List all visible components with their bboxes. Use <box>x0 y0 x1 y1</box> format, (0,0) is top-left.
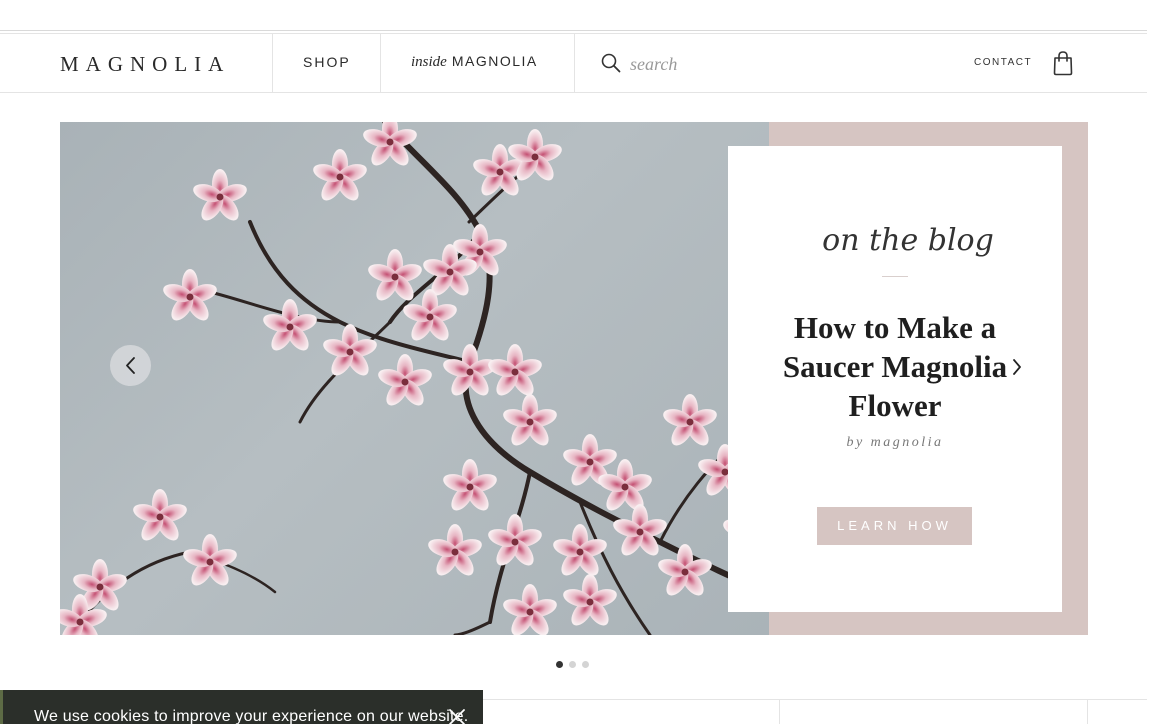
nav-divider <box>574 34 575 92</box>
nav-inside-prefix: inside <box>411 54 447 70</box>
close-icon[interactable] <box>446 706 468 724</box>
nav-inside-brand: MAGNOLIA <box>451 53 538 69</box>
search-input[interactable] <box>630 52 790 76</box>
section-divider <box>779 699 780 724</box>
carousel-prev-button[interactable] <box>110 345 151 386</box>
chevron-left-icon <box>126 357 135 374</box>
contact-link[interactable]: CONTACT <box>974 57 1032 68</box>
cookie-banner-text: We use cookies to improve your experienc… <box>34 708 469 724</box>
chevron-right-icon <box>1013 359 1021 375</box>
on-the-blog-script: on the blog <box>822 223 994 258</box>
hero-byline: by magnolia <box>846 435 944 450</box>
hero-carousel: on the blog How to Make a Saucer Magnoli… <box>60 122 1088 635</box>
carousel-next-button[interactable] <box>1000 350 1034 384</box>
nav-shop-link[interactable]: SHOP <box>303 54 351 70</box>
svg-text:on the blog: on the blog <box>822 223 994 258</box>
carousel-dot-3[interactable] <box>582 661 589 668</box>
nav-divider <box>272 34 273 92</box>
shopping-bag-icon[interactable] <box>1052 50 1074 76</box>
nav-inside-magnolia-link[interactable]: inside MAGNOLIA <box>411 53 538 71</box>
carousel-pagination <box>556 661 596 669</box>
cookie-banner: We use cookies to improve your experienc… <box>0 690 483 724</box>
hero-image <box>60 122 769 635</box>
carousel-dot-1[interactable] <box>556 661 563 668</box>
search-icon[interactable] <box>600 52 622 74</box>
carousel-dot-2[interactable] <box>569 661 576 668</box>
site-logo[interactable]: MAGNOLIA <box>60 52 230 77</box>
section-divider <box>483 699 1147 700</box>
nav-divider <box>380 34 381 92</box>
top-announcement-bar <box>0 0 1147 31</box>
learn-how-button[interactable]: LEARN HOW <box>817 507 972 545</box>
main-navigation: MAGNOLIA SHOP insideMAGNOLIA CONTACT <box>0 33 1147 93</box>
card-divider <box>882 276 908 277</box>
search-bar <box>600 52 800 76</box>
section-divider <box>1087 699 1088 724</box>
